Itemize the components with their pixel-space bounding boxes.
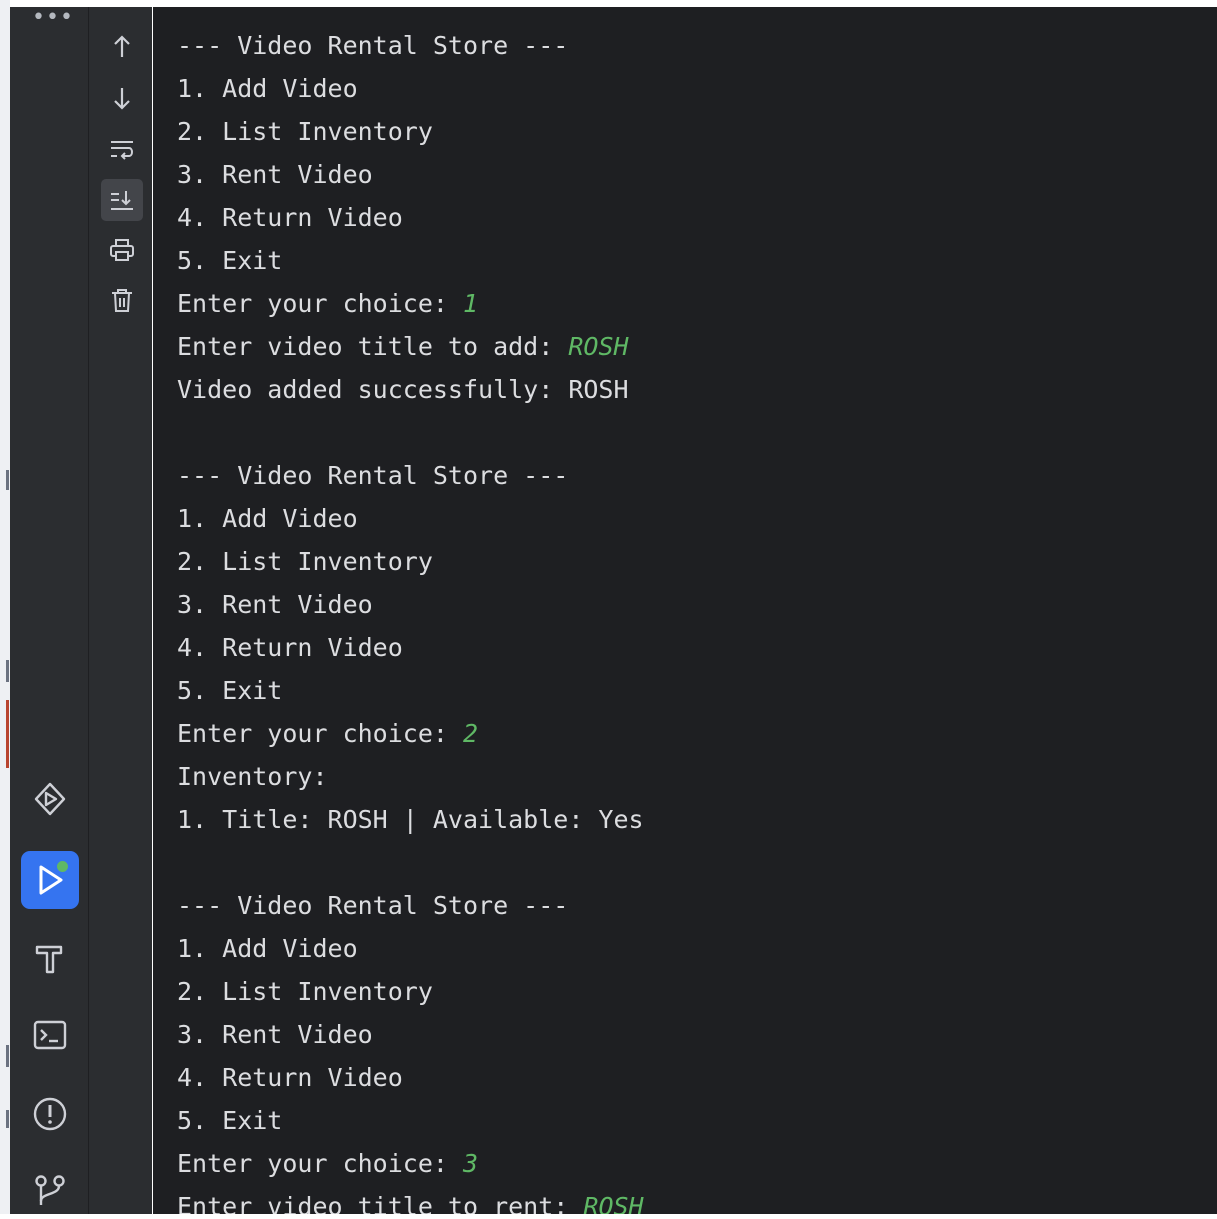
console-output-text: 1. Add Video xyxy=(177,504,358,533)
console-output-text: 2. List Inventory xyxy=(177,547,433,576)
print-button[interactable] xyxy=(101,229,143,271)
console-output-text: Inventory: xyxy=(177,762,328,791)
console-output-text: 3. Rent Video xyxy=(177,160,373,189)
user-input-text: ROSH xyxy=(583,1192,644,1214)
build-icon xyxy=(35,945,63,974)
scroll-to-end-button[interactable] xyxy=(101,179,143,221)
console-line: 2. List Inventory xyxy=(177,970,644,1013)
console-output-text: 2. List Inventory xyxy=(177,977,433,1006)
console-output-text: --- Video Rental Store --- xyxy=(177,461,569,490)
console-line: 4. Return Video xyxy=(177,196,644,239)
terminal-icon xyxy=(33,1020,67,1050)
console-output-text: Enter your choice: xyxy=(177,1149,463,1178)
console-line: 1. Add Video xyxy=(177,927,644,970)
console-lines: --- Video Rental Store --- 1. Add Video 2.… xyxy=(177,24,644,1214)
console-line: --- Video Rental Store --- xyxy=(177,24,644,67)
soft-wrap-button[interactable] xyxy=(101,129,143,171)
user-input-text: 3 xyxy=(462,1149,479,1178)
console-line: 5. Exit xyxy=(177,239,644,282)
user-input-text: 1 xyxy=(462,289,479,318)
clear-all-button[interactable] xyxy=(101,279,143,321)
down-arrow-icon xyxy=(114,88,130,110)
console-output-text: --- Video Rental Store --- xyxy=(177,31,569,60)
console-output-text: Enter video title to add: xyxy=(177,332,569,361)
console-output-text: 4. Return Video xyxy=(177,633,403,662)
console-line: Enter your choice: 1 xyxy=(177,282,644,325)
console-line: 5. Exit xyxy=(177,669,644,712)
console-line: Enter video title to rent: ROSH xyxy=(177,1185,644,1214)
edge-marker xyxy=(6,470,9,490)
console-output-text: 3. Rent Video xyxy=(177,590,373,619)
console-line: 3. Rent Video xyxy=(177,583,644,626)
problems-icon xyxy=(33,1097,67,1131)
build-button[interactable] xyxy=(21,929,79,987)
console-line: Inventory: xyxy=(177,755,644,798)
services-button[interactable] xyxy=(21,770,79,828)
console-line: Enter video title to add: ROSH xyxy=(177,325,644,368)
problems-button[interactable] xyxy=(21,1085,79,1143)
console-line: --- Video Rental Store --- xyxy=(177,454,644,497)
console-line: Enter your choice: 3 xyxy=(177,1142,644,1185)
terminal-button[interactable] xyxy=(21,1006,79,1064)
left-window-edge xyxy=(0,0,10,1214)
console-line: 5. Exit xyxy=(177,1099,644,1142)
console-output-text: Video added successfully: ROSH xyxy=(177,375,629,404)
top-strip xyxy=(10,0,1217,7)
running-indicator xyxy=(55,859,70,874)
console-output-text: 4. Return Video xyxy=(177,203,403,232)
user-input-text: ROSH xyxy=(568,332,629,361)
console-output-text: Enter your choice: xyxy=(177,719,463,748)
next-occurrence-button[interactable] xyxy=(101,77,143,119)
console-output-text: 5. Exit xyxy=(177,246,283,275)
console-output-text: 1. Add Video xyxy=(177,74,358,103)
console-line: 1. Title: ROSH | Available: Yes xyxy=(177,798,644,841)
edge-marker xyxy=(6,1045,9,1067)
edge-marker xyxy=(6,660,9,682)
run-button[interactable] xyxy=(21,851,79,909)
user-input-text: 2 xyxy=(462,719,479,748)
console-output-text: 1. Add Video xyxy=(177,934,358,963)
up-arrow-icon xyxy=(114,35,130,57)
console-toolbar xyxy=(89,7,152,1214)
console-line: 2. List Inventory xyxy=(177,540,644,583)
console-line: 3. Rent Video xyxy=(177,153,644,196)
git-icon xyxy=(35,1175,65,1205)
console-output-text: 2. List Inventory xyxy=(177,117,433,146)
services-icon xyxy=(34,782,66,816)
run-console-output[interactable]: --- Video Rental Store --- 1. Add Video 2.… xyxy=(153,7,1217,1214)
console-line: 1. Add Video xyxy=(177,497,644,540)
console-output-text: 5. Exit xyxy=(177,1106,283,1135)
console-line: --- Video Rental Store --- xyxy=(177,884,644,927)
console-output-text: 1. Title: ROSH | Available: Yes xyxy=(177,805,644,834)
console-line: 4. Return Video xyxy=(177,626,644,669)
console-line: 1. Add Video xyxy=(177,67,644,110)
clear-all-icon xyxy=(112,289,132,312)
console-output-text: 5. Exit xyxy=(177,676,283,705)
console-line: Video added successfully: ROSH xyxy=(177,368,644,411)
console-line: 4. Return Video xyxy=(177,1056,644,1099)
soft-wrap-icon xyxy=(111,141,133,160)
console-line: 2. List Inventory xyxy=(177,110,644,153)
console-output-text: 4. Return Video xyxy=(177,1063,403,1092)
previous-occurrence-button[interactable] xyxy=(101,26,143,68)
console-output-text: Enter video title to rent: xyxy=(177,1192,584,1214)
console-output-text: 3. Rent Video xyxy=(177,1020,373,1049)
tool-window-bar: ••• xyxy=(10,7,89,1214)
console-line: 3. Rent Video xyxy=(177,1013,644,1056)
edge-marker xyxy=(6,1110,9,1128)
console-line: Enter your choice: 2 xyxy=(177,712,644,755)
git-button[interactable] xyxy=(21,1161,79,1219)
console-output-text: Enter your choice: xyxy=(177,289,463,318)
scroll-to-end-icon xyxy=(111,191,133,210)
more-icon[interactable]: ••• xyxy=(32,7,74,29)
console-output-text: --- Video Rental Store --- xyxy=(177,891,569,920)
edge-marker-red xyxy=(6,700,9,768)
print-icon xyxy=(110,239,134,261)
